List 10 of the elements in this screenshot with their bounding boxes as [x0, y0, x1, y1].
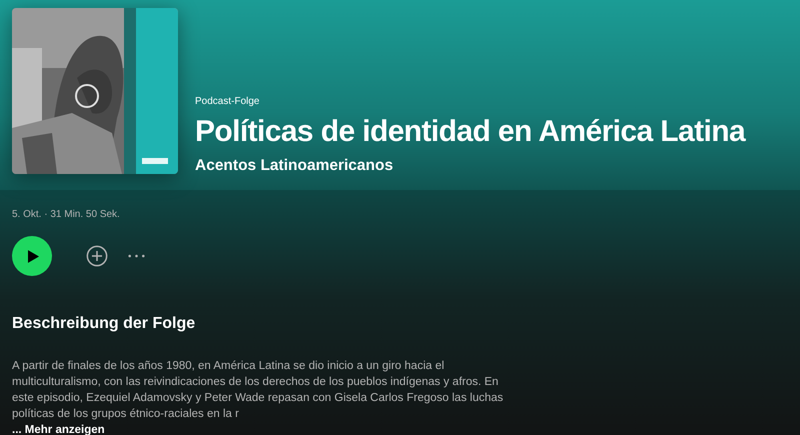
episode-description: A partir de finales de los años 1980, en América Latina se dio inicio a un giro hacia el multiculturalismo, con las reivindicaciones de los derechos de los pueblos indígenas y afros. En este episodio, Ezequiel Adamovsky y Peter Wade repasan con Gisela Carlos Fregoso las luchas políticas de los grupos étnico-raciales en la r — [12, 359, 504, 422]
add-icon[interactable] — [86, 245, 108, 267]
play-button[interactable] — [12, 236, 52, 276]
play-icon — [28, 250, 38, 262]
content-type-label: Podcast-Folge — [195, 96, 260, 108]
episode-title: Políticas de identidad en América Latina — [195, 114, 746, 150]
section-heading: Beschreibung der Folge — [12, 314, 196, 334]
more-options-icon[interactable] — [128, 254, 145, 258]
show-link[interactable]: Acentos Latinoamericanos — [195, 156, 394, 176]
episode-date-duration: 5. Okt. · 31 Min. 50 Sek. — [12, 208, 120, 222]
